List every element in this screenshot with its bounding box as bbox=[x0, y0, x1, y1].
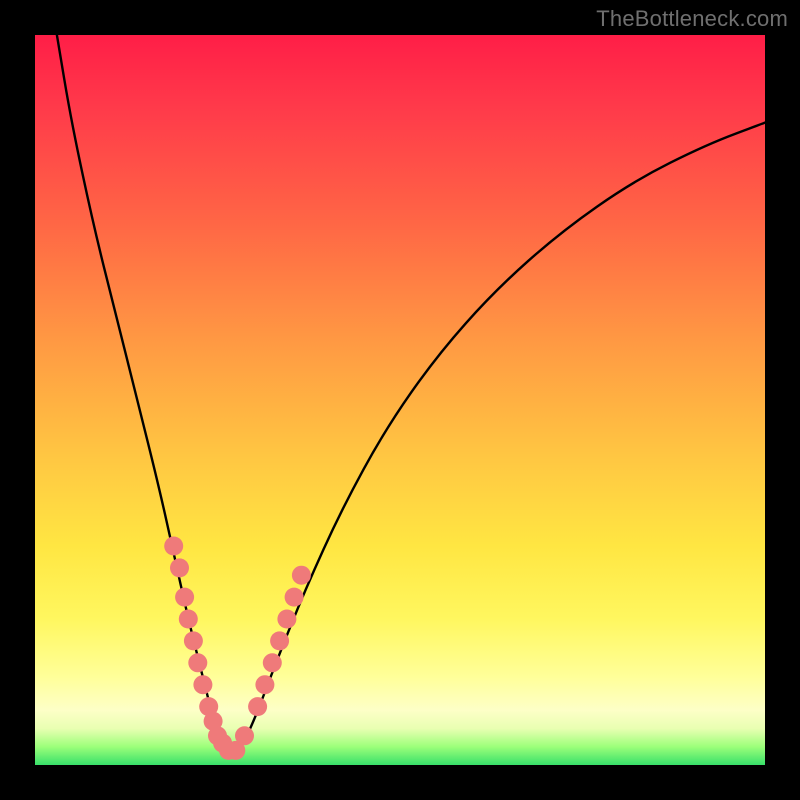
highlight-dot bbox=[175, 588, 194, 607]
highlight-dots bbox=[164, 537, 311, 760]
highlight-dot bbox=[277, 610, 296, 629]
highlight-dot bbox=[270, 631, 289, 650]
highlight-dot bbox=[285, 588, 304, 607]
highlight-dot bbox=[235, 726, 254, 745]
highlight-dot bbox=[179, 610, 198, 629]
highlight-dot bbox=[188, 653, 207, 672]
highlight-dot bbox=[292, 566, 311, 585]
highlight-dot bbox=[248, 697, 267, 716]
chart-frame: TheBottleneck.com bbox=[0, 0, 800, 800]
highlight-dot bbox=[193, 675, 212, 694]
highlight-dot bbox=[263, 653, 282, 672]
highlight-dot bbox=[255, 675, 274, 694]
chart-svg bbox=[0, 0, 800, 800]
highlight-dot bbox=[170, 558, 189, 577]
curve-layer bbox=[57, 35, 765, 750]
bottleneck-curve bbox=[57, 35, 765, 750]
highlight-dot bbox=[184, 631, 203, 650]
highlight-dot bbox=[164, 537, 183, 556]
